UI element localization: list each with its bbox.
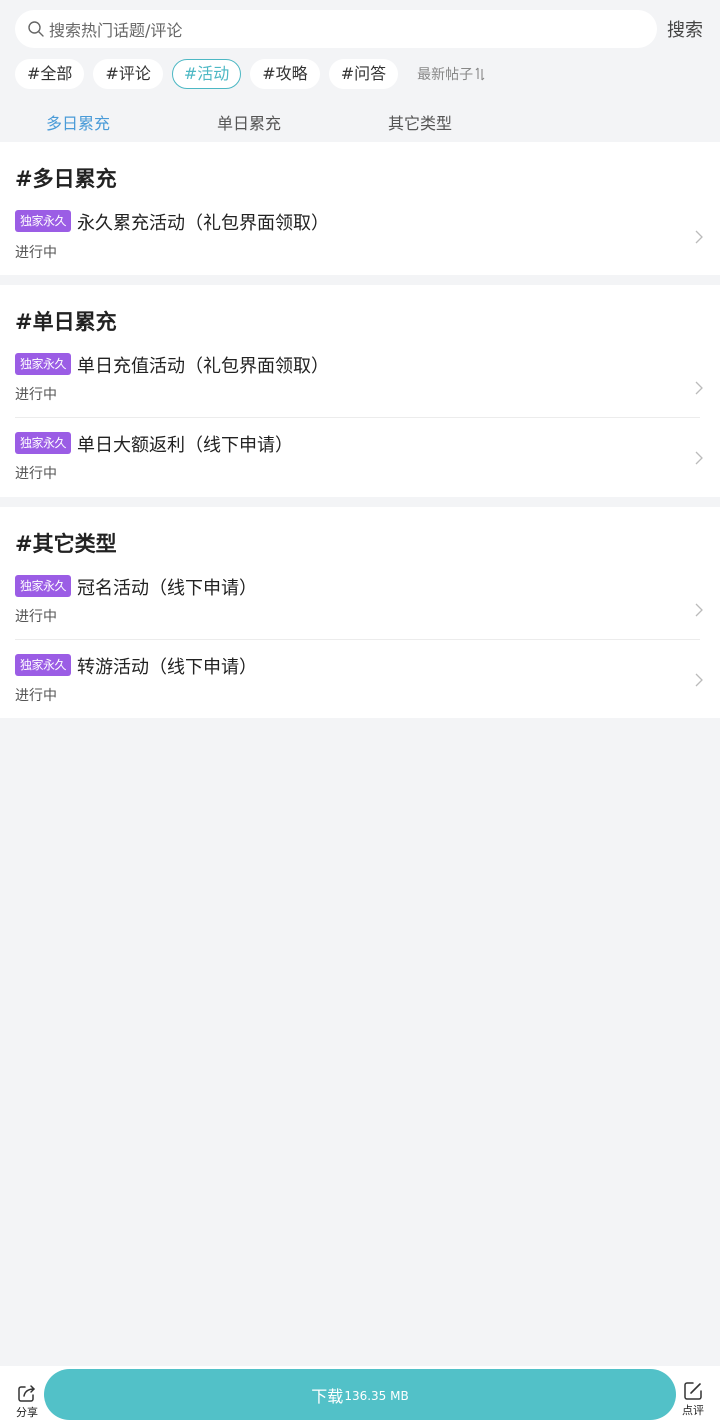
item-status: 进行中 (15, 609, 57, 625)
review-button[interactable]: 点评 (680, 1380, 706, 1418)
tag-comments[interactable]: #评论 (93, 59, 163, 89)
section-title: #多日累充 (15, 167, 117, 191)
share-button[interactable]: 分享 (14, 1382, 40, 1420)
item-title: 冠名活动（线下申请） (77, 578, 257, 599)
divider (15, 417, 700, 418)
tag-guides[interactable]: #攻略 (250, 59, 320, 89)
item-status: 进行中 (15, 688, 57, 704)
list-item[interactable]: 独家永久 转游活动（线下申请） 进行中 (0, 651, 720, 711)
subtab-multi-day-recharge[interactable]: 多日累充 (46, 110, 110, 134)
sort-label: 最新帖子 (417, 67, 474, 83)
tag-activities[interactable]: #活动 (171, 59, 242, 89)
item-title: 单日大额返利（线下申请） (77, 435, 293, 456)
chevron-right-icon (695, 230, 703, 244)
chevron-right-icon (695, 451, 703, 465)
tag-all[interactable]: #全部 (15, 59, 85, 89)
item-title: 转游活动（线下申请） (77, 657, 257, 678)
page: 搜索热门话题/评论 搜索 #全部 #评论 #活动 #攻略 #问答 最新帖子 多日… (0, 0, 720, 1427)
tag-filter-row: #全部 #评论 #活动 #攻略 #问答 最新帖子 (15, 59, 485, 89)
item-title: 永久累充活动（礼包界面领取） (77, 213, 329, 234)
review-label: 点评 (682, 1404, 704, 1417)
share-label: 分享 (16, 1406, 38, 1419)
exclusive-badge: 独家永久 (15, 353, 71, 375)
download-button[interactable]: 下载 136.35 MB (44, 1369, 676, 1420)
search-button[interactable]: 搜索 (667, 16, 703, 42)
edit-icon (684, 1382, 702, 1400)
divider (15, 639, 700, 640)
list-item[interactable]: 独家永久 单日充值活动（礼包界面领取） 进行中 (0, 350, 720, 410)
download-label: 下载 (311, 1386, 344, 1406)
list-item[interactable]: 独家永久 永久累充活动（礼包界面领取） 进行中 (0, 207, 720, 267)
download-size: 136.35 MB (344, 1388, 409, 1403)
list-item[interactable]: 独家永久 冠名活动（线下申请） 进行中 (0, 572, 720, 632)
sort-arrows-icon (475, 67, 485, 81)
sort-dropdown[interactable]: 最新帖子 (417, 64, 485, 84)
item-status: 进行中 (15, 245, 57, 261)
exclusive-badge: 独家永久 (15, 654, 71, 676)
item-status: 进行中 (15, 387, 57, 403)
section-single-day: #单日累充 独家永久 单日充值活动（礼包界面领取） 进行中 独家永久 单日大额返… (0, 285, 720, 497)
exclusive-badge: 独家永久 (15, 575, 71, 597)
share-icon (18, 1385, 35, 1402)
search-placeholder: 搜索热门话题/评论 (49, 21, 183, 40)
bottom-action-bar: 分享 下载 136.35 MB 点评 (0, 1366, 720, 1427)
exclusive-badge: 独家永久 (15, 210, 71, 232)
subtab-other-types[interactable]: 其它类型 (388, 110, 452, 134)
chevron-right-icon (695, 381, 703, 395)
item-title: 单日充值活动（礼包界面领取） (77, 356, 329, 377)
list-item[interactable]: 独家永久 单日大额返利（线下申请） 进行中 (0, 429, 720, 489)
search-icon (28, 21, 44, 37)
section-title: #单日累充 (15, 310, 117, 334)
item-status: 进行中 (15, 466, 57, 482)
section-other-types: #其它类型 独家永久 冠名活动（线下申请） 进行中 独家永久 转游活动（线下申请… (0, 507, 720, 718)
search-input[interactable]: 搜索热门话题/评论 (15, 10, 657, 48)
tag-qa[interactable]: #问答 (328, 59, 399, 89)
exclusive-badge: 独家永久 (15, 432, 71, 454)
chevron-right-icon (695, 603, 703, 617)
section-multi-day: #多日累充 独家永久 永久累充活动（礼包界面领取） 进行中 (0, 142, 720, 275)
section-title: #其它类型 (15, 532, 117, 556)
subtab-single-day-recharge[interactable]: 单日累充 (217, 110, 281, 134)
chevron-right-icon (695, 673, 703, 687)
